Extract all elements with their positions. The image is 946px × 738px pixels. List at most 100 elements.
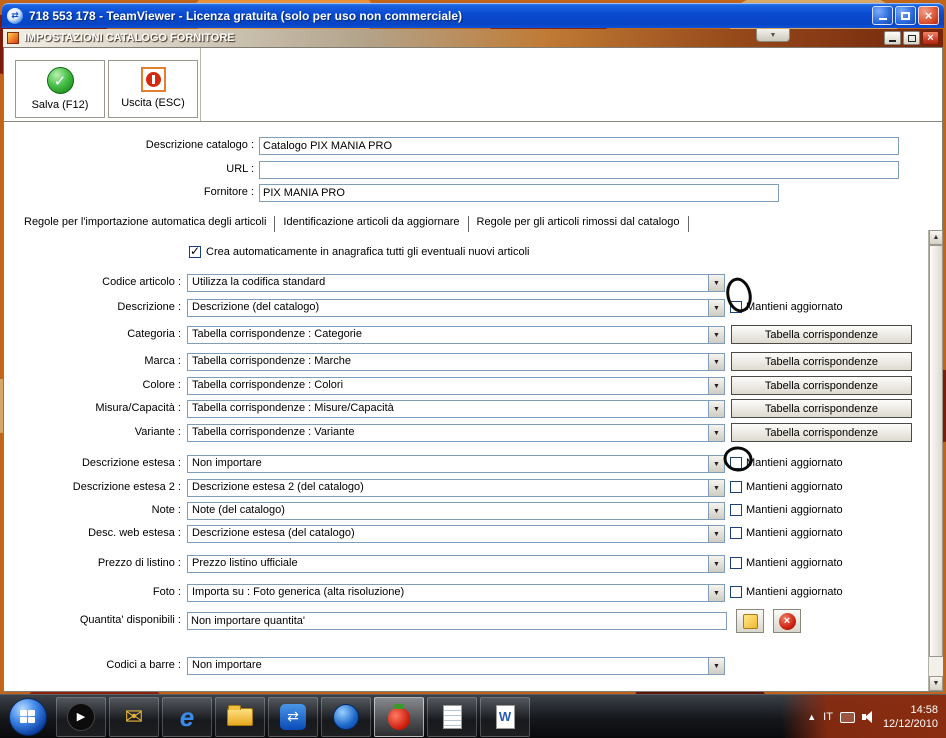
- taskbar-item-play[interactable]: ▶: [56, 696, 106, 737]
- toolbar-divider: [4, 121, 942, 122]
- catalog-description-input[interactable]: [259, 137, 899, 155]
- descrizione-estesa-value: Non importare: [192, 457, 262, 469]
- codice-articolo-select[interactable]: Utilizza la codifica standard ▼: [187, 274, 725, 292]
- prezzo-di-listino-select[interactable]: Prezzo listino ufficiale ▼: [187, 555, 725, 573]
- tabella-corrispondenze-categoria-button[interactable]: Tabella corrispondenze: [731, 325, 912, 344]
- scroll-down-icon[interactable]: ▼: [929, 676, 943, 691]
- chevron-down-icon[interactable]: ▼: [708, 658, 724, 674]
- mantieni-aggiornato-label: Mantieni aggiornato: [746, 481, 843, 493]
- taskbar-item-strawberry[interactable]: [374, 696, 424, 737]
- teamviewer-icon: ⇄: [280, 703, 306, 730]
- chevron-down-icon[interactable]: ▼: [708, 585, 724, 601]
- chevron-down-icon[interactable]: ▼: [708, 556, 724, 572]
- ie-icon: e: [179, 701, 195, 732]
- tabella-corrispondenze-marca-button[interactable]: Tabella corrispondenze: [731, 352, 912, 371]
- desc-web-estesa-select[interactable]: Descrizione estesa (del catalogo) ▼: [187, 525, 725, 543]
- quantita-disponibili-input[interactable]: [187, 612, 727, 630]
- descrizione-estesa-2-select[interactable]: Descrizione estesa 2 (del catalogo) ▼: [187, 479, 725, 497]
- colore-select[interactable]: Tabella corrispondenze : Colori ▼: [187, 377, 725, 395]
- auto-create-checkbox[interactable]: [189, 244, 201, 258]
- display-icon[interactable]: [839, 711, 855, 723]
- codici-a-barre-select[interactable]: Non importare ▼: [187, 657, 725, 675]
- quantita-delete-button[interactable]: ×: [773, 609, 801, 633]
- tabella-corrispondenze-misura-button[interactable]: Tabella corrispondenze: [731, 399, 912, 418]
- marca-select[interactable]: Tabella corrispondenze : Marche ▼: [187, 353, 725, 371]
- descrizione-estesa-2-value: Descrizione estesa 2 (del catalogo): [192, 481, 364, 493]
- mantieni-aggiornato-checkbox[interactable]: [730, 586, 742, 598]
- exit-label: Uscita (ESC): [121, 97, 185, 109]
- categoria-select[interactable]: Tabella corrispondenze : Categorie ▼: [187, 326, 725, 344]
- foto-select[interactable]: Importa su : Foto generica (alta risoluz…: [187, 584, 725, 602]
- chevron-down-icon[interactable]: ▼: [708, 456, 724, 472]
- tabella-corrispondenze-variante-button[interactable]: Tabella corrispondenze: [731, 423, 912, 442]
- tab-removed-articles[interactable]: Regole per gli articoli rimossi dal cata…: [469, 216, 689, 232]
- quantita-note-button[interactable]: [736, 609, 764, 633]
- chevron-down-icon[interactable]: ▼: [708, 327, 724, 343]
- app-minimize-button[interactable]: [884, 31, 901, 45]
- mantieni-aggiornato-checkbox[interactable]: [730, 301, 742, 313]
- taskbar-item-folder[interactable]: [215, 696, 265, 737]
- chevron-down-icon[interactable]: ▼: [708, 275, 724, 291]
- mantieni-aggiornato-checkbox[interactable]: [730, 457, 742, 469]
- language-indicator[interactable]: IT: [823, 711, 833, 723]
- exit-button[interactable]: Uscita (ESC): [108, 60, 198, 118]
- url-input[interactable]: [259, 161, 899, 179]
- teamviewer-title: 718 553 178 - TeamViewer - Licenza gratu…: [29, 8, 463, 23]
- auto-create-option: Crea automaticamente in anagrafica tutti…: [189, 244, 529, 258]
- taskbar-item-internet-explorer[interactable]: e: [162, 696, 212, 737]
- minimize-button[interactable]: [872, 6, 893, 25]
- maximize-button[interactable]: [895, 6, 916, 25]
- teamviewer-panel-toggle[interactable]: ▼: [756, 29, 790, 42]
- clock[interactable]: 14:58 12/12/2010: [883, 703, 938, 731]
- misura-capacita-select[interactable]: Tabella corrispondenze : Misure/Capacità…: [187, 400, 725, 418]
- taskbar-item-media-player[interactable]: [321, 696, 371, 737]
- app-title: IMPOSTAZIONI CATALOGO FORNITORE: [24, 32, 235, 44]
- supplier-input[interactable]: [259, 184, 779, 202]
- chevron-down-icon[interactable]: ▼: [708, 300, 724, 316]
- descrizione-select[interactable]: Descrizione (del catalogo) ▼: [187, 299, 725, 317]
- mantieni-aggiornato-checkbox[interactable]: [730, 527, 742, 539]
- chevron-down-icon[interactable]: ▼: [708, 401, 724, 417]
- codici-a-barre-value: Non importare: [192, 659, 262, 671]
- taskbar-item-word[interactable]: W: [480, 696, 530, 737]
- chevron-down-icon[interactable]: ▼: [708, 425, 724, 441]
- mantieni-aggiornato-checkbox[interactable]: [730, 557, 742, 569]
- clock-date: 12/12/2010: [882, 718, 938, 730]
- volume-icon[interactable]: [861, 711, 876, 723]
- quantita-disponibili-label: Quantita' disponibili :: [79, 614, 181, 626]
- chevron-down-icon: ▼: [769, 31, 777, 39]
- variante-select[interactable]: Tabella corrispondenze : Variante ▼: [187, 424, 725, 442]
- chevron-down-icon[interactable]: ▼: [708, 354, 724, 370]
- mantieni-aggiornato-checkbox[interactable]: [730, 481, 742, 493]
- app-close-button[interactable]: ×: [922, 31, 939, 45]
- chevron-down-icon[interactable]: ▼: [708, 480, 724, 496]
- chevron-down-icon[interactable]: ▼: [708, 526, 724, 542]
- taskbar-item-document[interactable]: [427, 696, 477, 737]
- chevron-down-icon[interactable]: ▼: [708, 378, 724, 394]
- foto-maintain: Mantieni aggiornato: [730, 586, 843, 598]
- descrizione-label: Descrizione :: [117, 301, 181, 313]
- vertical-scrollbar[interactable]: ▲ ▼: [928, 230, 943, 691]
- tab-import-rules[interactable]: Regole per l'importazione automatica deg…: [16, 216, 276, 232]
- categoria-label: Categoria :: [127, 328, 181, 340]
- mail-icon: ✉: [124, 703, 144, 729]
- save-button[interactable]: ✓ Salva (F12): [15, 60, 105, 118]
- mantieni-aggiornato-checkbox[interactable]: [730, 504, 742, 516]
- mantieni-aggiornato-label: Mantieni aggiornato: [746, 301, 843, 313]
- chevron-down-icon[interactable]: ▼: [708, 503, 724, 519]
- start-button[interactable]: [9, 697, 47, 736]
- scrollbar-thumb[interactable]: [929, 245, 943, 657]
- url-label: URL :: [226, 163, 254, 175]
- taskbar-item-mail[interactable]: ✉: [109, 696, 159, 737]
- taskbar-item-teamviewer[interactable]: ⇄: [268, 696, 318, 737]
- tab-identify-articles[interactable]: Identificazione articoli da aggiornare: [275, 216, 469, 232]
- tray-expand-icon[interactable]: ▲: [807, 712, 816, 722]
- scroll-up-icon[interactable]: ▲: [929, 230, 943, 245]
- close-button[interactable]: ×: [918, 6, 939, 25]
- app-restore-button[interactable]: [903, 31, 920, 45]
- descrizione-estesa-select[interactable]: Non importare ▼: [187, 455, 725, 473]
- exit-power-icon: [140, 67, 166, 92]
- mantieni-aggiornato-label: Mantieni aggiornato: [746, 504, 843, 516]
- tabella-corrispondenze-colore-button[interactable]: Tabella corrispondenze: [731, 376, 912, 395]
- note-select[interactable]: Note (del catalogo) ▼: [187, 502, 725, 520]
